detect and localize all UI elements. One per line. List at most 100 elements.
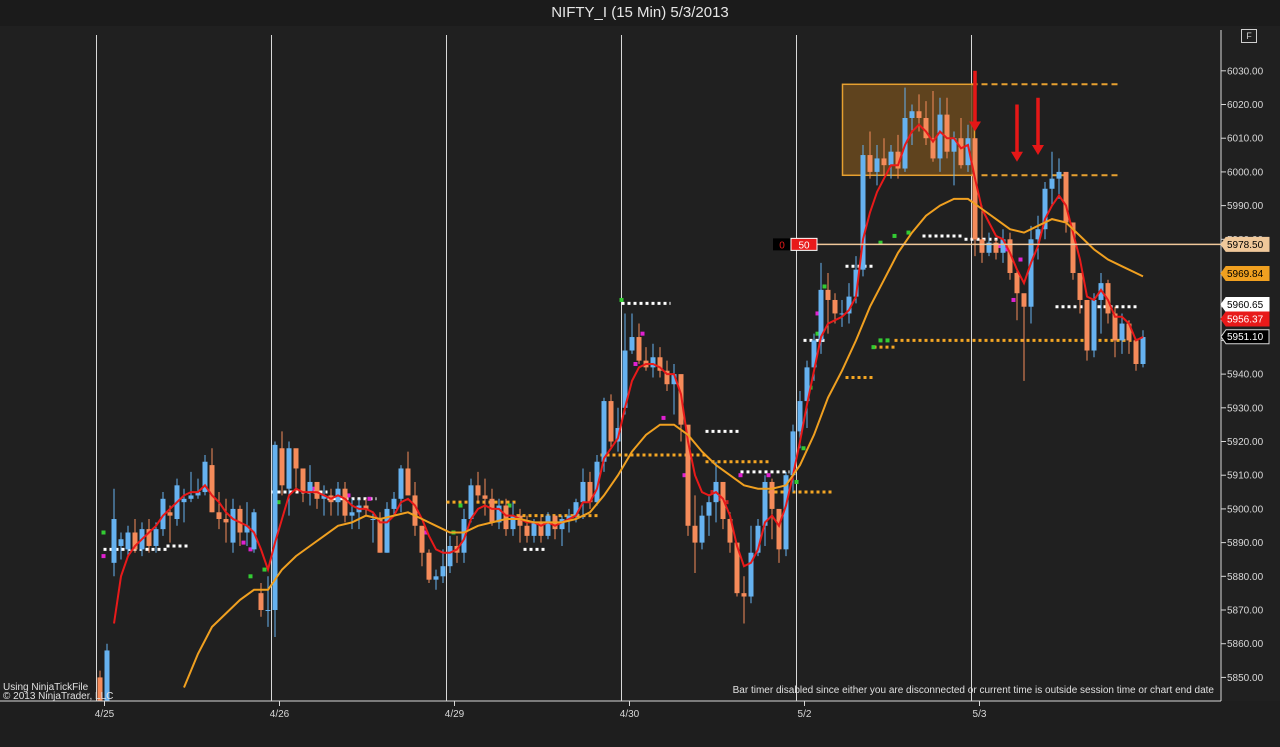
candle-body — [293, 448, 299, 469]
signal-dot — [1011, 297, 1016, 302]
candle-body — [1084, 299, 1090, 351]
time-tick-label: 5/2 — [798, 709, 812, 720]
candle-body — [468, 485, 474, 520]
f-button[interactable]: F — [1241, 29, 1257, 43]
candle-body — [1140, 337, 1146, 364]
candle-body — [1077, 273, 1083, 300]
candle-body — [888, 151, 894, 166]
bar-timer-message: Bar timer disabled since either you are … — [732, 685, 1214, 696]
candle-body — [776, 508, 782, 550]
candle-body — [1021, 293, 1027, 307]
signal-dot — [640, 331, 645, 336]
price-tick-label: 5910.00 — [1227, 471, 1264, 482]
candle-body — [272, 444, 278, 611]
candle-body — [216, 512, 222, 520]
candle-body — [503, 505, 509, 530]
candle-body — [510, 515, 516, 530]
candle-body — [524, 525, 530, 536]
price-tick-label: 5940.00 — [1227, 370, 1264, 381]
candle-body — [629, 337, 635, 351]
signal-dot — [661, 415, 666, 420]
candle-body — [1014, 273, 1020, 294]
candle-body — [601, 401, 607, 462]
candle-body — [223, 519, 229, 523]
candle-body — [279, 448, 285, 486]
price-tick-label: 5990.00 — [1227, 201, 1264, 212]
candle-body — [608, 401, 614, 442]
candle-body — [384, 508, 390, 553]
candle-body — [489, 498, 495, 523]
price-tick-label: 5860.00 — [1227, 639, 1264, 650]
candle-body — [300, 468, 306, 493]
candle-body — [706, 502, 712, 516]
candlestick-chart[interactable]: 5850.00 5860.00 5870.00 5880.00 5890.00 5900.… — [0, 0, 1280, 747]
price-labels: 5978.50 5969.84 5960.65 5956.37 5951.10 — [1220, 236, 1270, 345]
candle-body — [825, 289, 831, 300]
candle-body — [391, 498, 397, 509]
time-tick-label: 4/26 — [270, 709, 290, 720]
candle-body — [958, 138, 964, 166]
candle-body — [349, 512, 355, 516]
signal-dot — [794, 479, 799, 484]
candle-body — [265, 610, 271, 612]
price-tick-label: 5890.00 — [1227, 538, 1264, 549]
price-axis[interactable]: 5850.00 5860.00 5870.00 5880.00 5890.00 5900.… — [1220, 30, 1264, 701]
candle-body — [377, 519, 383, 553]
candle-body — [769, 481, 775, 509]
candle-body — [258, 593, 264, 611]
bottom-strip — [0, 701, 1280, 747]
candle-body — [916, 111, 922, 118]
candle-body — [286, 448, 292, 489]
candle-body — [440, 566, 446, 577]
candle-body — [447, 545, 453, 567]
candle-body — [314, 481, 320, 499]
candle-body — [636, 337, 642, 361]
candle-body — [944, 114, 950, 152]
candle-body — [1028, 239, 1034, 307]
signal-dot — [892, 233, 897, 238]
candle-body — [867, 155, 873, 172]
signal-dot — [458, 503, 463, 508]
signal-dot — [766, 473, 771, 478]
candle-body — [1049, 178, 1055, 189]
candle-body — [426, 552, 432, 580]
candle-body — [1119, 323, 1125, 341]
signal-dot — [367, 496, 372, 501]
candle-body — [209, 465, 215, 513]
signal-dot — [871, 345, 876, 350]
price-tick-label: 5930.00 — [1227, 403, 1264, 414]
candle-body — [307, 481, 313, 493]
candle-body — [188, 495, 194, 499]
candle-body — [482, 495, 488, 499]
price-tick-label: 5850.00 — [1227, 673, 1264, 684]
candle-body — [475, 485, 481, 496]
candle-body — [125, 532, 131, 550]
signal-dot — [262, 567, 267, 572]
candle-body — [419, 525, 425, 553]
price-tick-label: 6010.00 — [1227, 134, 1264, 145]
candle-body — [111, 519, 117, 563]
signal-dot — [248, 574, 253, 579]
signal-dot — [801, 446, 806, 451]
candle-body — [832, 299, 838, 314]
price-tick-label: 5880.00 — [1227, 572, 1264, 583]
signal-dot — [101, 530, 106, 535]
time-tick-label: 4/30 — [620, 709, 640, 720]
price-label-text: 5969.84 — [1227, 269, 1264, 280]
copyright-note: © 2013 NinjaTrader, LLC — [3, 691, 114, 702]
order-qty-right: 50 — [798, 240, 810, 251]
candle-body — [545, 515, 551, 536]
price-tick-label: 5870.00 — [1227, 606, 1264, 617]
order-marker[interactable]: 0 50 — [773, 237, 818, 251]
price-tick-label: 5920.00 — [1227, 437, 1264, 448]
candle-body — [909, 111, 915, 118]
price-label-text: 5978.50 — [1227, 240, 1264, 251]
candle-body — [881, 158, 887, 166]
candle-body — [118, 539, 124, 546]
candle-body — [153, 529, 159, 546]
candle-body — [1091, 299, 1097, 351]
signal-dot — [619, 297, 624, 302]
candle-body — [405, 468, 411, 496]
signal-dot — [1018, 257, 1023, 262]
signal-dot — [633, 362, 638, 366]
